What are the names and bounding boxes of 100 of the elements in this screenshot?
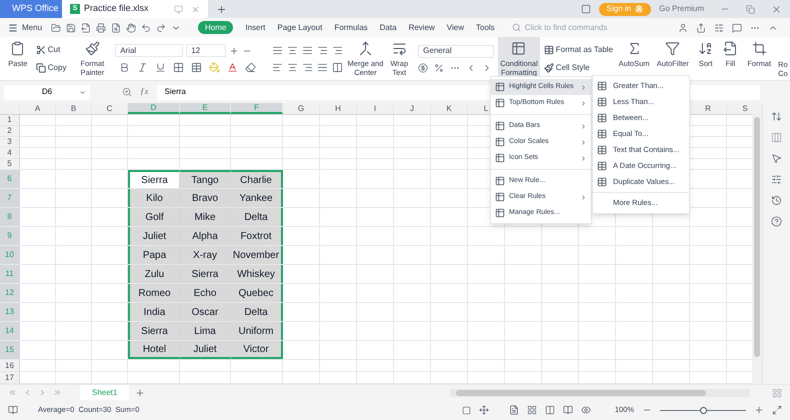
page-break-icon[interactable] [544, 405, 555, 415]
fill-color-icon[interactable] [209, 62, 220, 73]
italic-icon[interactable] [137, 62, 148, 73]
new-tab-icon[interactable] [216, 4, 227, 14]
history-icon[interactable] [771, 195, 782, 206]
window-count-icon[interactable] [580, 4, 591, 14]
column-header[interactable]: B [56, 103, 92, 114]
table-cell[interactable]: Lima [180, 322, 231, 340]
column-header[interactable]: A [20, 103, 56, 114]
font-field[interactable]: Arial [115, 44, 184, 57]
table-cell[interactable]: Whiskey [231, 265, 283, 283]
table-cell[interactable]: Foxtrot [231, 227, 283, 245]
table-cell[interactable]: Bravo [180, 189, 231, 207]
table-cell[interactable]: Papa [128, 246, 180, 264]
column-header[interactable]: H [320, 103, 357, 114]
sort-icon[interactable] [771, 111, 782, 122]
print-icon[interactable] [96, 22, 106, 32]
table-cell[interactable]: Juliet [128, 227, 180, 245]
cell-fill-icon[interactable] [191, 62, 202, 73]
table-cell[interactable]: Sierra [128, 170, 180, 188]
ribbon-tab[interactable]: Formulas [334, 22, 368, 34]
ribbon-tab[interactable]: Review [408, 22, 435, 34]
zoom-slider[interactable] [660, 406, 746, 414]
column-header[interactable]: J [394, 103, 431, 114]
table-cell[interactable]: Uniform [231, 322, 283, 340]
grow-font-icon[interactable] [229, 46, 240, 56]
table-cell[interactable]: Kilo [128, 189, 180, 207]
menu-button[interactable]: Menu [8, 22, 42, 34]
folder-icon[interactable] [51, 22, 62, 32]
number-format-field[interactable]: General [418, 44, 494, 58]
table-cell[interactable]: Golf [128, 208, 180, 226]
table-cell[interactable]: Alpha [180, 227, 231, 245]
name-box[interactable]: D6 [4, 84, 90, 100]
underline-icon[interactable] [155, 62, 166, 73]
row-header[interactable]: 4 [0, 148, 20, 158]
table-cell[interactable]: Mike [180, 208, 231, 226]
row-header[interactable]: 3 [0, 137, 20, 147]
table-cell[interactable]: Sierra [180, 265, 231, 283]
comment-icon[interactable] [732, 22, 742, 32]
table-cell[interactable]: Delta [231, 303, 283, 321]
table-cell[interactable]: Echo [180, 284, 231, 302]
horizontal-scrollbar[interactable] [450, 388, 750, 396]
table-cell[interactable]: India [128, 303, 180, 321]
focus-icon[interactable] [462, 406, 471, 414]
slider-icon[interactable] [771, 174, 782, 185]
table-cell[interactable]: Delta [231, 208, 283, 226]
table-cell[interactable]: Sierra [128, 322, 180, 340]
close-icon[interactable] [191, 4, 200, 14]
table-cell[interactable]: Yankee [231, 189, 283, 207]
row-header[interactable]: 1 [0, 115, 20, 125]
share-icon[interactable] [696, 22, 706, 32]
row-header[interactable]: 2 [0, 126, 20, 136]
ribbon-tab[interactable]: Page Layout [277, 22, 322, 34]
table-cell[interactable]: X-ray [180, 246, 231, 264]
currency-icon[interactable] [418, 62, 428, 72]
table-cell[interactable]: Juliet [180, 341, 231, 359]
vertical-scrollbar[interactable] [752, 103, 762, 384]
export-icon[interactable] [81, 22, 92, 32]
help-icon[interactable] [771, 216, 782, 227]
freeze-icon[interactable] [478, 405, 489, 415]
table-cell[interactable]: Romeo [128, 284, 180, 302]
percent-icon[interactable] [434, 62, 444, 72]
table-cell[interactable]: Victor [231, 341, 283, 359]
ribbon-tab[interactable]: Tools [476, 22, 495, 34]
row-header[interactable]: 5 [0, 159, 20, 169]
function-label[interactable]: ƒx [140, 85, 148, 99]
zoom-icon[interactable] [122, 87, 132, 97]
format-as-table-button[interactable]: Format as Table [544, 44, 614, 56]
preview-icon[interactable] [111, 22, 122, 32]
reading-icon[interactable] [562, 405, 573, 415]
font-size-field[interactable]: 12 [186, 44, 226, 57]
border-icon[interactable] [173, 62, 184, 73]
slider-thumb[interactable] [700, 406, 707, 414]
ribbon-tab[interactable]: View [446, 22, 464, 34]
collaborate-icon[interactable] [678, 22, 688, 32]
page-icon[interactable] [508, 405, 519, 415]
column-header[interactable]: I [357, 103, 394, 114]
table-cell[interactable]: Charlie [231, 170, 283, 188]
close-icon[interactable] [771, 4, 782, 14]
hand-icon[interactable] [126, 22, 136, 32]
ribbon-tab[interactable]: Insert [245, 22, 266, 34]
eraser-icon[interactable] [245, 62, 256, 73]
table-cell[interactable]: Hotel [128, 341, 180, 359]
ribbon-tab[interactable]: Data [380, 22, 397, 34]
table-cell[interactable]: Oscar [180, 303, 231, 321]
font-color-icon[interactable] [227, 62, 238, 73]
document-tab[interactable]: WPS Office [0, 0, 62, 18]
cut-button[interactable]: Cut [36, 44, 74, 56]
table-cell[interactable]: Tango [180, 170, 231, 188]
pointer-icon[interactable] [771, 153, 782, 164]
column-header[interactable]: K [431, 103, 468, 114]
copy-button[interactable]: Copy [36, 62, 74, 74]
row-header[interactable]: 17 [0, 372, 20, 383]
premium-button[interactable]: Go Premium [659, 3, 704, 15]
column-header[interactable]: G [283, 103, 320, 114]
table-cell[interactable]: November [231, 246, 283, 264]
normal-view-icon[interactable] [526, 405, 537, 415]
row-header[interactable]: 16 [0, 360, 20, 371]
cell-style-button[interactable]: Cell Style [544, 62, 614, 74]
eye-icon[interactable] [580, 405, 591, 415]
